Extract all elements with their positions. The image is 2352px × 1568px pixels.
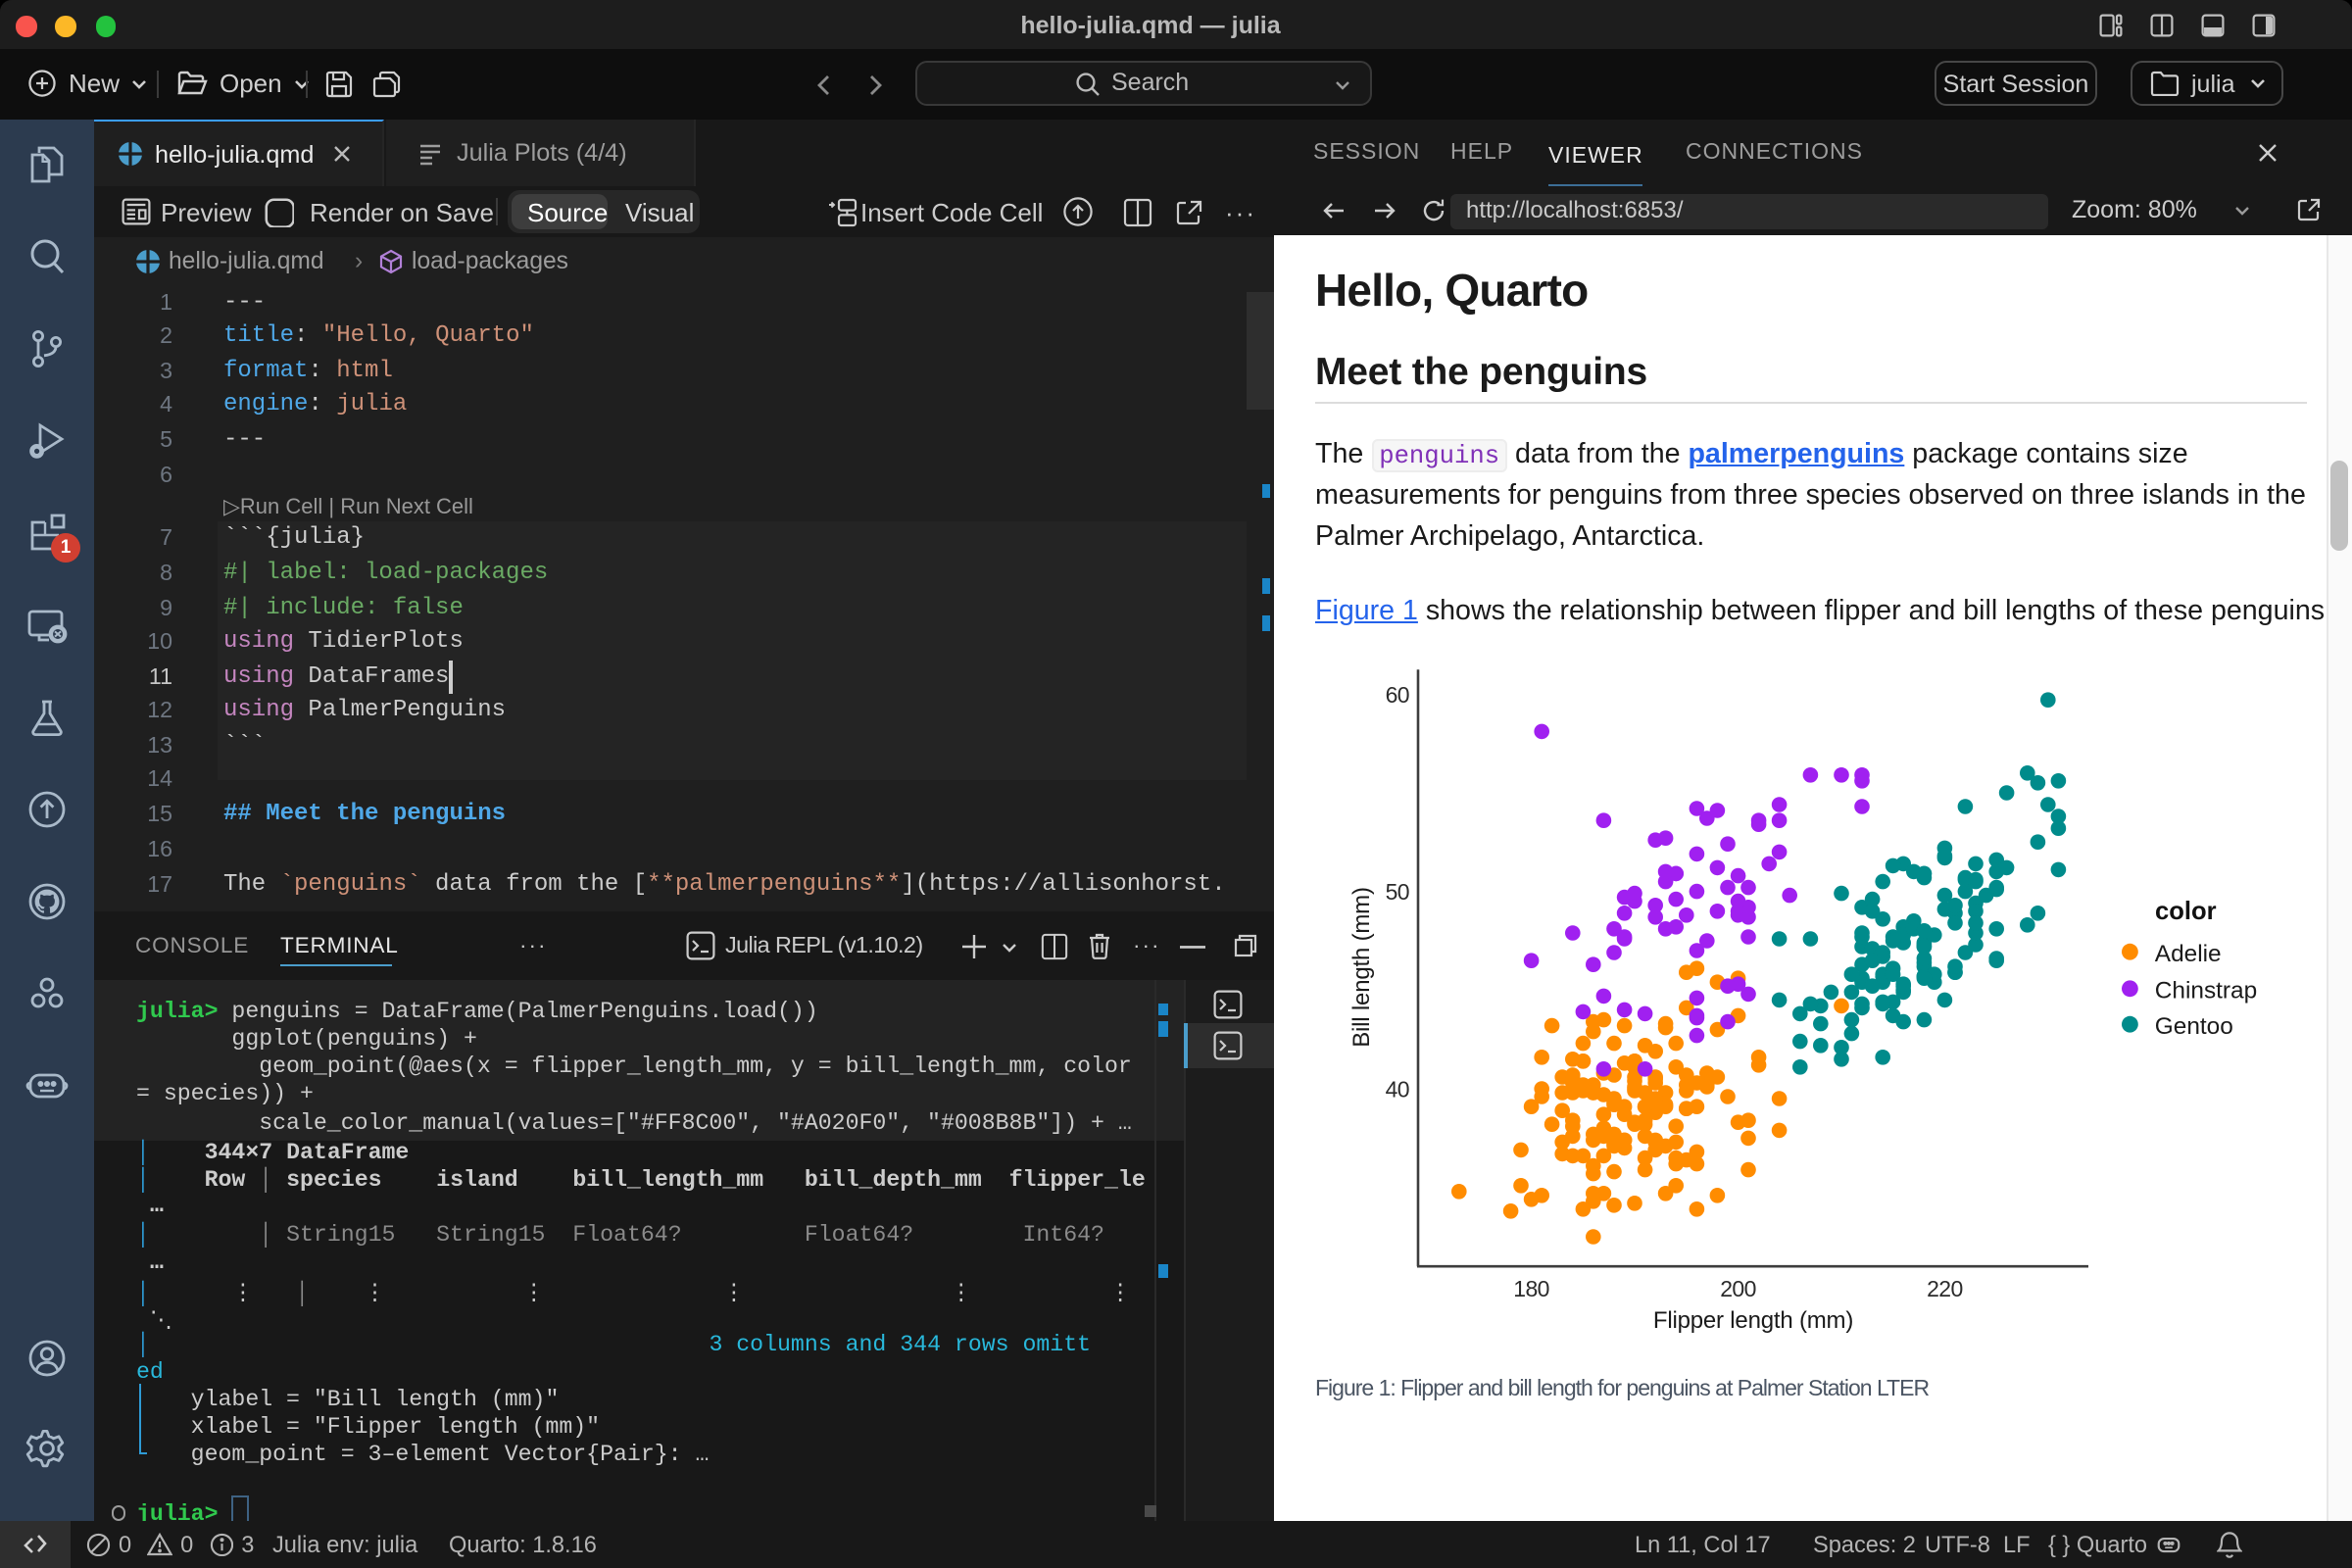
svg-text:60: 60 bbox=[1386, 682, 1409, 708]
svg-text:color: color bbox=[2155, 898, 2217, 925]
svg-text:200: 200 bbox=[1720, 1276, 1756, 1301]
svg-text:Bill length (mm): Bill length (mm) bbox=[1348, 887, 1375, 1048]
svg-text:Flipper length (mm): Flipper length (mm) bbox=[1653, 1307, 1853, 1334]
svg-text:220: 220 bbox=[1927, 1276, 1963, 1301]
svg-text:Gentoo: Gentoo bbox=[2155, 1013, 2233, 1040]
svg-text:40: 40 bbox=[1386, 1077, 1409, 1102]
svg-text:50: 50 bbox=[1386, 879, 1409, 905]
svg-text:180: 180 bbox=[1513, 1276, 1549, 1301]
svg-text:Chinstrap: Chinstrap bbox=[2155, 977, 2257, 1004]
svg-text:Adelie: Adelie bbox=[2155, 941, 2222, 967]
